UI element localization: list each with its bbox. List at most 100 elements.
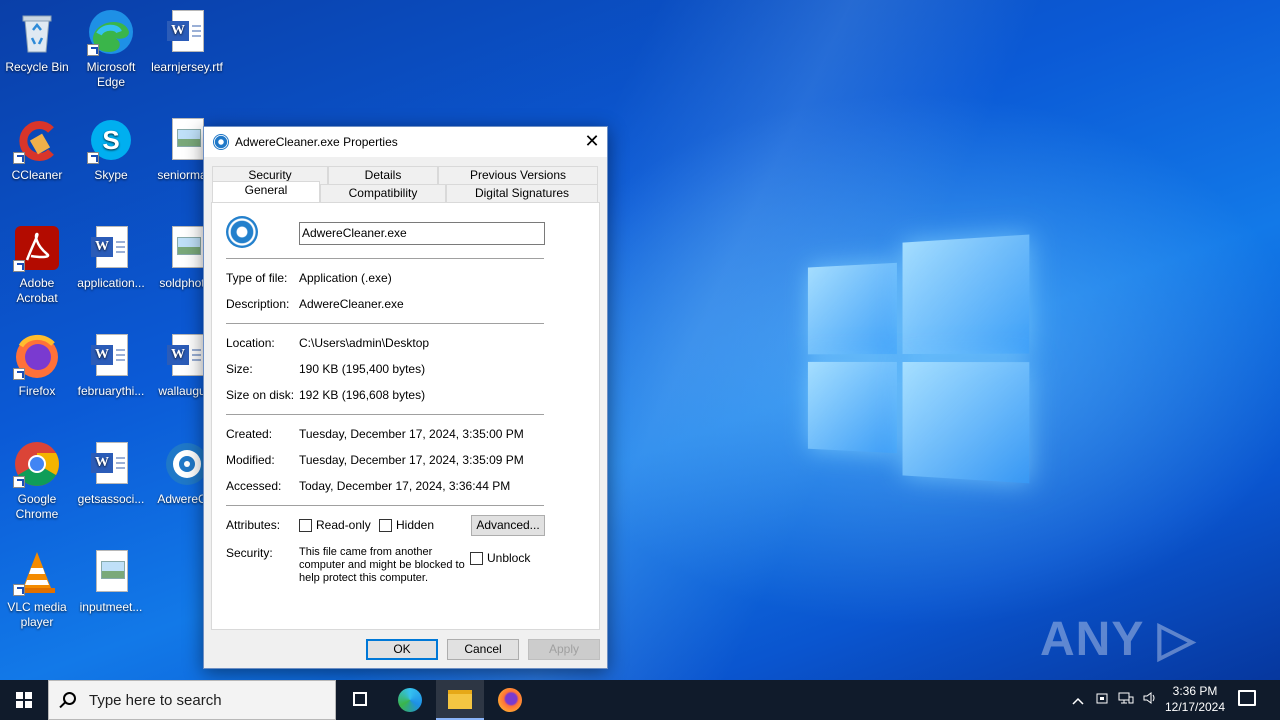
notification-center-icon[interactable] (1238, 690, 1256, 706)
clock-time: 3:36 PM (1172, 684, 1218, 698)
desktop-icon-vlc[interactable]: VLC media player (0, 548, 74, 630)
desktop-icon-ccleaner[interactable]: CCleaner (0, 116, 74, 183)
word-document-icon: W (87, 440, 135, 488)
taskbar-search-box[interactable]: Type here to search (48, 680, 336, 720)
edge-icon (398, 688, 422, 712)
taskbar-edge[interactable] (386, 680, 434, 720)
general-tab-panel: AdwereCleaner.exe Type of file: Applicat… (211, 202, 600, 630)
checkbox-box[interactable] (470, 551, 483, 565)
description-value: AdwereCleaner.exe (299, 297, 404, 311)
modified-label: Modified: (226, 453, 275, 467)
attributes-label: Attributes: (226, 518, 281, 532)
close-icon[interactable]: ✕ (577, 127, 607, 157)
divider (226, 505, 544, 506)
taskbar: Type here to search 3:36 PM 12/17/2024 (0, 680, 1280, 720)
desktop-icon-recycle-bin[interactable]: Recycle Bin (0, 8, 74, 75)
file-explorer-icon (448, 690, 472, 709)
description-label: Description: (226, 297, 290, 311)
tab-compatibility[interactable]: Compatibility (320, 184, 446, 202)
desktop-icon-februarythi-doc[interactable]: W februarythi... (74, 332, 148, 399)
divider (226, 323, 544, 324)
apply-button[interactable]: Apply (528, 639, 600, 660)
modified-value: Tuesday, December 17, 2024, 3:35:09 PM (299, 453, 524, 467)
image-file-icon (87, 548, 135, 596)
vlc-cone-icon (13, 548, 61, 596)
google-chrome-icon (13, 440, 61, 488)
cancel-button[interactable]: Cancel (447, 639, 519, 660)
desktop-icon-learnjersey-rtf[interactable]: W learnjersey.rtf (150, 8, 224, 75)
size-on-disk-value: 192 KB (196,608 bytes) (299, 388, 426, 402)
desktop-icon-google-chrome[interactable]: Google Chrome (0, 440, 74, 522)
recycle-bin-icon (13, 8, 61, 56)
desktop-icon-getsassoci-doc[interactable]: W getsassoci... (74, 440, 148, 507)
tab-digital-signatures[interactable]: Digital Signatures (446, 184, 598, 202)
volume-icon[interactable] (1140, 680, 1160, 720)
desktop-icon-skype[interactable]: S Skype (74, 116, 148, 183)
taskbar-file-explorer[interactable] (436, 680, 484, 720)
windows-logo-wallpaper (807, 234, 1030, 486)
network-icon[interactable] (1116, 680, 1136, 720)
chevron-up-icon[interactable] (1068, 680, 1088, 720)
adwerecleaner-icon (213, 134, 229, 150)
desktop-icon-application-doc[interactable]: W application... (74, 224, 148, 291)
tab-general[interactable]: General (212, 181, 320, 202)
hidden-label: Hidden (396, 518, 435, 532)
dialog-titlebar[interactable]: AdwereCleaner.exe Properties ✕ (204, 127, 607, 157)
taskbar-firefox[interactable] (486, 680, 534, 720)
type-of-file-value: Application (.exe) (299, 271, 392, 285)
size-label: Size: (226, 362, 253, 376)
task-view-button[interactable] (336, 680, 384, 720)
search-icon (63, 692, 76, 705)
location-value: C:\Users\admin\Desktop (299, 336, 430, 350)
anyrun-watermark: ANY ▷ RUN (1040, 613, 1196, 680)
size-value: 190 KB (195,400 bytes) (299, 362, 426, 376)
properties-dialog: AdwereCleaner.exe Properties ✕ Security … (203, 126, 608, 669)
tab-row-bottom: General Compatibility Digital Signatures (212, 181, 598, 202)
divider (226, 258, 544, 259)
adobe-acrobat-icon (13, 224, 61, 272)
filename-field[interactable]: AdwereCleaner.exe (299, 222, 545, 245)
checkbox-box[interactable] (299, 518, 312, 532)
tab-details[interactable]: Details (328, 166, 438, 184)
advanced-button[interactable]: Advanced... (471, 515, 545, 536)
security-label: Security: (226, 546, 273, 560)
word-document-icon: W (87, 224, 135, 272)
accessed-value: Today, December 17, 2024, 3:36:44 PM (299, 479, 511, 493)
unblock-label: Unblock (487, 551, 531, 565)
firefox-icon (13, 332, 61, 380)
svg-text:S: S (102, 125, 119, 155)
word-document-icon: W (87, 332, 135, 380)
unblock-checkbox[interactable]: Unblock (470, 551, 530, 565)
task-view-icon (353, 692, 367, 706)
location-label: Location: (226, 336, 275, 350)
desktop-icon-firefox[interactable]: Firefox (0, 332, 74, 399)
adwerecleaner-icon (226, 216, 258, 248)
ok-button[interactable]: OK (366, 639, 438, 660)
ccleaner-icon (13, 116, 61, 164)
windows-start-icon (16, 692, 32, 708)
start-button[interactable] (0, 680, 48, 720)
firefox-icon (498, 688, 522, 712)
readonly-label: Read-only (316, 518, 371, 532)
network-device-icon[interactable] (1092, 680, 1112, 720)
readonly-checkbox[interactable]: Read-only (299, 518, 371, 532)
edge-icon (87, 8, 135, 56)
hidden-checkbox[interactable]: Hidden (379, 518, 434, 532)
created-label: Created: (226, 427, 273, 441)
type-of-file-label: Type of file: (226, 271, 288, 285)
desktop-icon-inputmeet-image[interactable]: inputmeet... (74, 548, 148, 615)
accessed-label: Accessed: (226, 479, 282, 493)
skype-icon: S (87, 116, 135, 164)
dialog-title: AdwereCleaner.exe Properties (235, 135, 398, 149)
created-value: Tuesday, December 17, 2024, 3:35:00 PM (299, 427, 524, 441)
taskbar-clock[interactable]: 3:36 PM 12/17/2024 (1160, 683, 1230, 715)
desktop: Recycle Bin CCleaner Adobe Acrobat Firef… (0, 0, 1280, 680)
divider (226, 414, 544, 415)
word-document-icon: W (163, 8, 211, 56)
clock-date: 12/17/2024 (1164, 700, 1226, 714)
checkbox-box[interactable] (379, 518, 392, 532)
security-message: This file came from another computer and… (299, 546, 465, 584)
tab-previous-versions[interactable]: Previous Versions (438, 166, 598, 184)
desktop-icon-microsoft-edge[interactable]: Microsoft Edge (74, 8, 148, 90)
desktop-icon-adobe-acrobat[interactable]: Adobe Acrobat (0, 224, 74, 306)
